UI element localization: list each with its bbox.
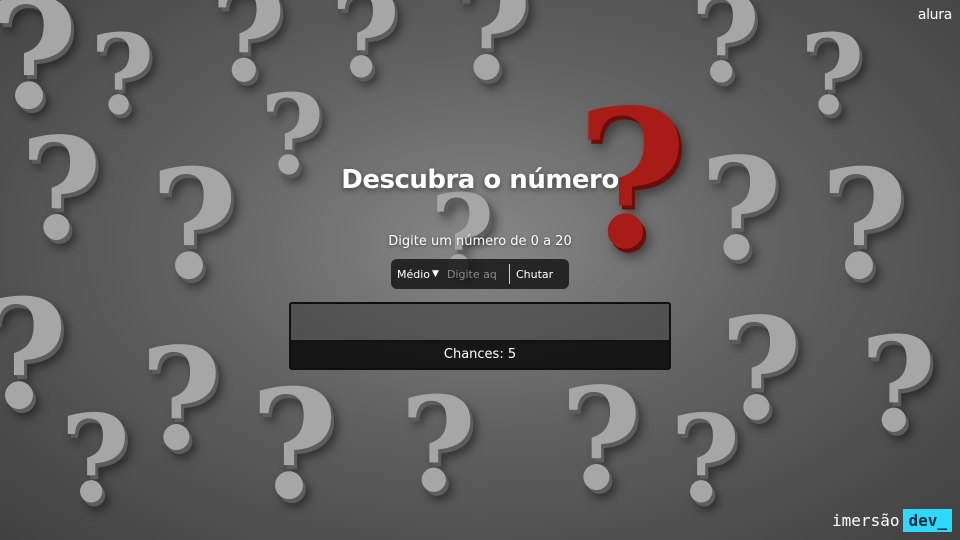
imersao-dev-logo: imersão dev_ <box>832 509 952 532</box>
chevron-down-icon: ▼ <box>432 269 439 279</box>
result-message-area <box>291 304 669 342</box>
page-title: Descubra o número <box>341 165 619 195</box>
brand-word: imersão <box>832 511 900 530</box>
guess-button[interactable]: Chutar <box>516 268 553 281</box>
chances-counter: Chances: 5 <box>291 340 669 368</box>
brand-badge: dev_ <box>903 509 952 532</box>
controls-divider <box>508 264 510 284</box>
difficulty-select[interactable]: Médio ▼ <box>397 268 439 281</box>
number-input[interactable] <box>444 266 507 282</box>
alura-logo: alura <box>917 7 952 23</box>
guess-controls: Médio ▼ Chutar <box>391 259 569 289</box>
result-panel: Chances: 5 <box>289 302 671 370</box>
instructions-text: Digite um número de 0 a 20 <box>388 234 572 249</box>
difficulty-value: Médio <box>397 267 431 281</box>
